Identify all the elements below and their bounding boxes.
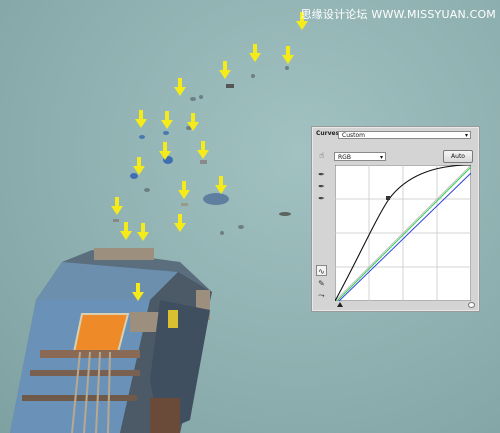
photo-canvas: 思缘设计论坛 WWW.MISSYUAN.COM Curves Custom ▾ … [0, 0, 500, 433]
curve-tool-icon[interactable]: ∿ [316, 265, 327, 276]
arrow-icon [120, 222, 132, 240]
channel-dropdown[interactable]: RGB ▾ [334, 152, 386, 161]
arrow-icon [111, 197, 123, 215]
gray-eyedropper-icon[interactable]: ✒ [316, 181, 327, 192]
smooth-icon[interactable]: ⤳ [316, 290, 327, 301]
auto-button[interactable]: Auto [443, 150, 473, 163]
arrow-icon [249, 44, 261, 62]
arrow-icon [133, 157, 145, 175]
pencil-icon[interactable]: ✎ [316, 278, 327, 289]
arrow-icon [161, 111, 173, 129]
arrow-icon [178, 181, 190, 199]
curves-graph[interactable] [335, 165, 471, 301]
preset-value: Custom [342, 132, 365, 139]
watermark: 思缘设计论坛 WWW.MISSYUAN.COM [300, 8, 496, 21]
arrow-icon [197, 141, 209, 159]
black-eyedropper-icon[interactable]: ✒ [316, 169, 327, 180]
arrow-icon [174, 214, 186, 232]
preset-dropdown[interactable]: Custom ▾ [338, 131, 471, 139]
black-point-slider[interactable] [337, 302, 343, 307]
arrow-icon [282, 46, 294, 64]
white-point-slider[interactable] [468, 302, 475, 308]
arrow-icon [174, 78, 186, 96]
white-eyedropper-icon[interactable]: ✒ [316, 193, 327, 204]
arrow-icon [215, 176, 227, 194]
arrow-icon [132, 283, 144, 301]
channel-value: RGB [338, 154, 351, 161]
curve-point [386, 196, 390, 200]
curves-panel[interactable]: Curves Custom ▾ ☝ RGB ▾ Auto ✒ ✒ ✒ ∿ ✎ ⤳ [311, 126, 480, 312]
chevron-down-icon: ▾ [379, 154, 383, 161]
arrow-icon [219, 61, 231, 79]
arrow-icon [187, 113, 199, 131]
arrow-icon [159, 142, 171, 160]
arrow-icon [137, 223, 149, 241]
hand-adjust-icon[interactable]: ☝ [316, 150, 327, 161]
chevron-down-icon: ▾ [464, 132, 468, 139]
arrow-icon [135, 110, 147, 128]
curves-title: Curves [316, 130, 340, 137]
